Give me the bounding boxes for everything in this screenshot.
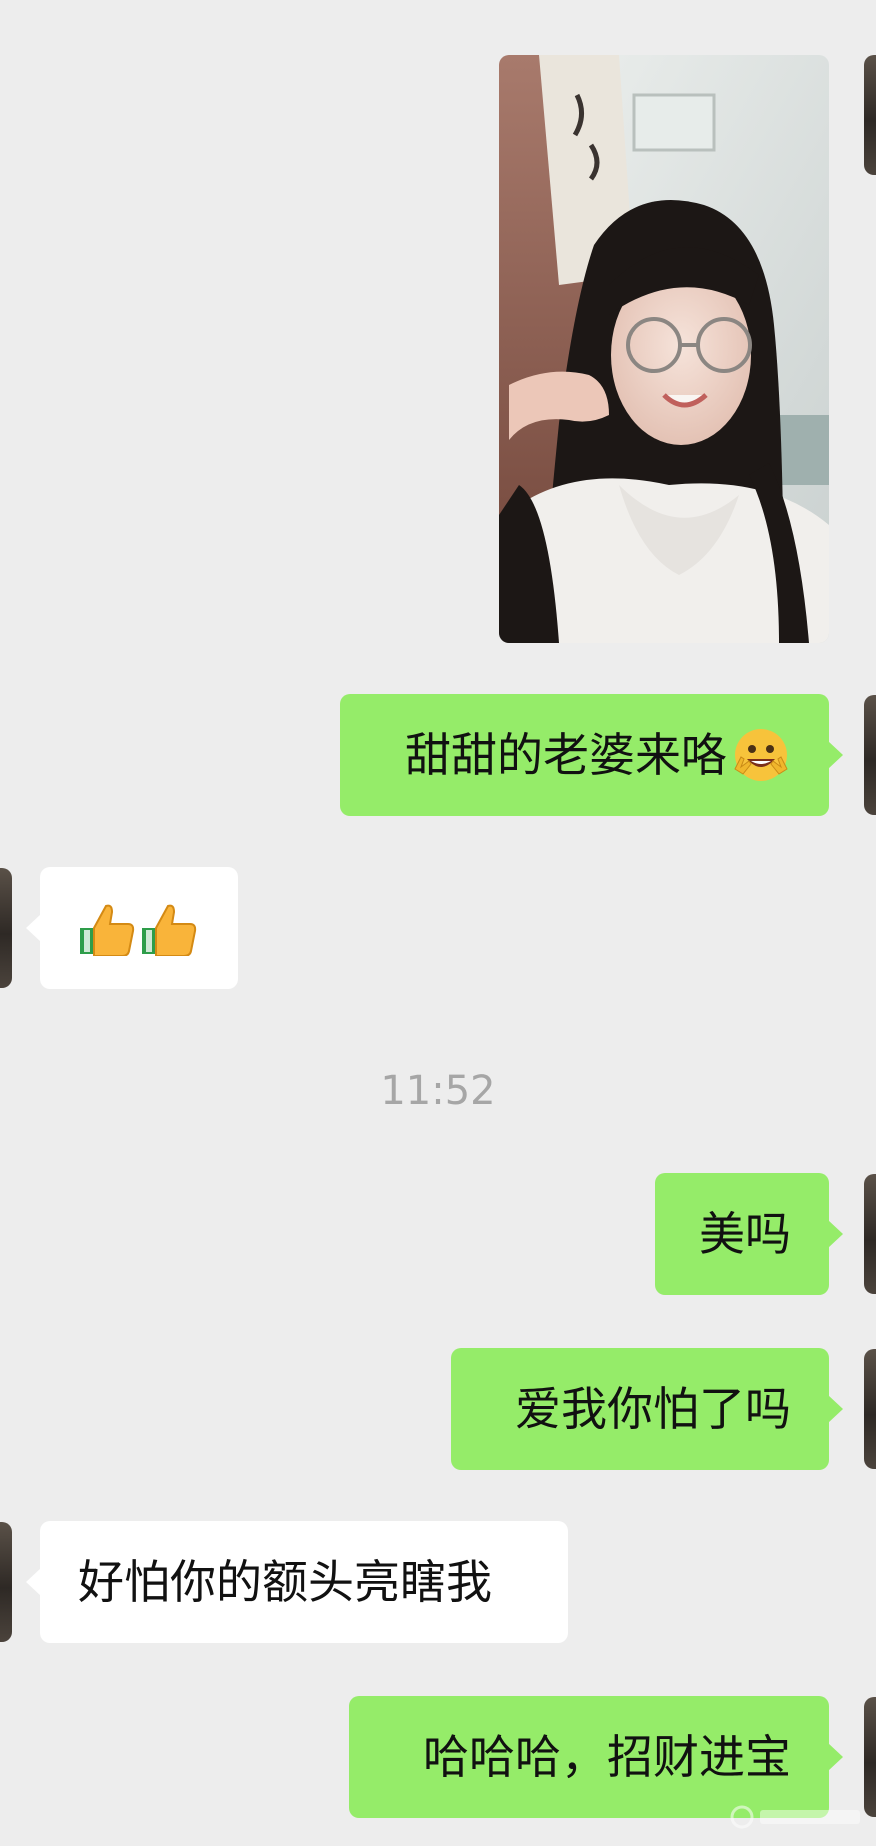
my-avatar[interactable]: [864, 695, 876, 815]
message-text: 爱我你怕了吗: [515, 1382, 791, 1436]
watermark-logo: [730, 1805, 860, 1829]
my-avatar[interactable]: [864, 55, 876, 175]
thumbs-up-emoji: [80, 904, 135, 956]
message-bubble-sent[interactable]: 哈哈哈，招财进宝: [349, 1696, 843, 1818]
message-text: 哈哈哈，招财进宝: [423, 1730, 791, 1784]
my-avatar[interactable]: [864, 1697, 876, 1817]
message-bubble-sent[interactable]: 甜甜的老婆来咯: [340, 694, 843, 816]
my-avatar[interactable]: [864, 1174, 876, 1294]
message-timestamp: 11:52: [380, 1068, 496, 1114]
selfie-photo: [499, 55, 829, 643]
message-text: 美吗: [699, 1207, 791, 1261]
message-text: 甜甜的老婆来咯: [405, 728, 727, 782]
message-bubble-sent[interactable]: 美吗: [655, 1173, 843, 1295]
contact-avatar[interactable]: [0, 868, 12, 988]
message-bubble-received[interactable]: [26, 867, 238, 989]
message-bubble-received[interactable]: 好怕你的额头亮瞎我: [26, 1521, 568, 1643]
my-avatar[interactable]: [864, 1349, 876, 1469]
contact-avatar[interactable]: [0, 1522, 12, 1642]
grinning-peace-emoji: [734, 729, 788, 781]
selfie-photo-message[interactable]: [499, 55, 829, 643]
thumbs-up-emoji: [142, 904, 197, 956]
message-text: 好怕你的额头亮瞎我: [78, 1555, 492, 1609]
chat-history[interactable]: 甜甜的老婆来咯 11:52 美吗 爱我你怕了吗 好怕你的额头亮瞎我 哈哈哈，招财…: [0, 0, 876, 1846]
message-bubble-sent[interactable]: 爱我你怕了吗: [451, 1348, 843, 1470]
